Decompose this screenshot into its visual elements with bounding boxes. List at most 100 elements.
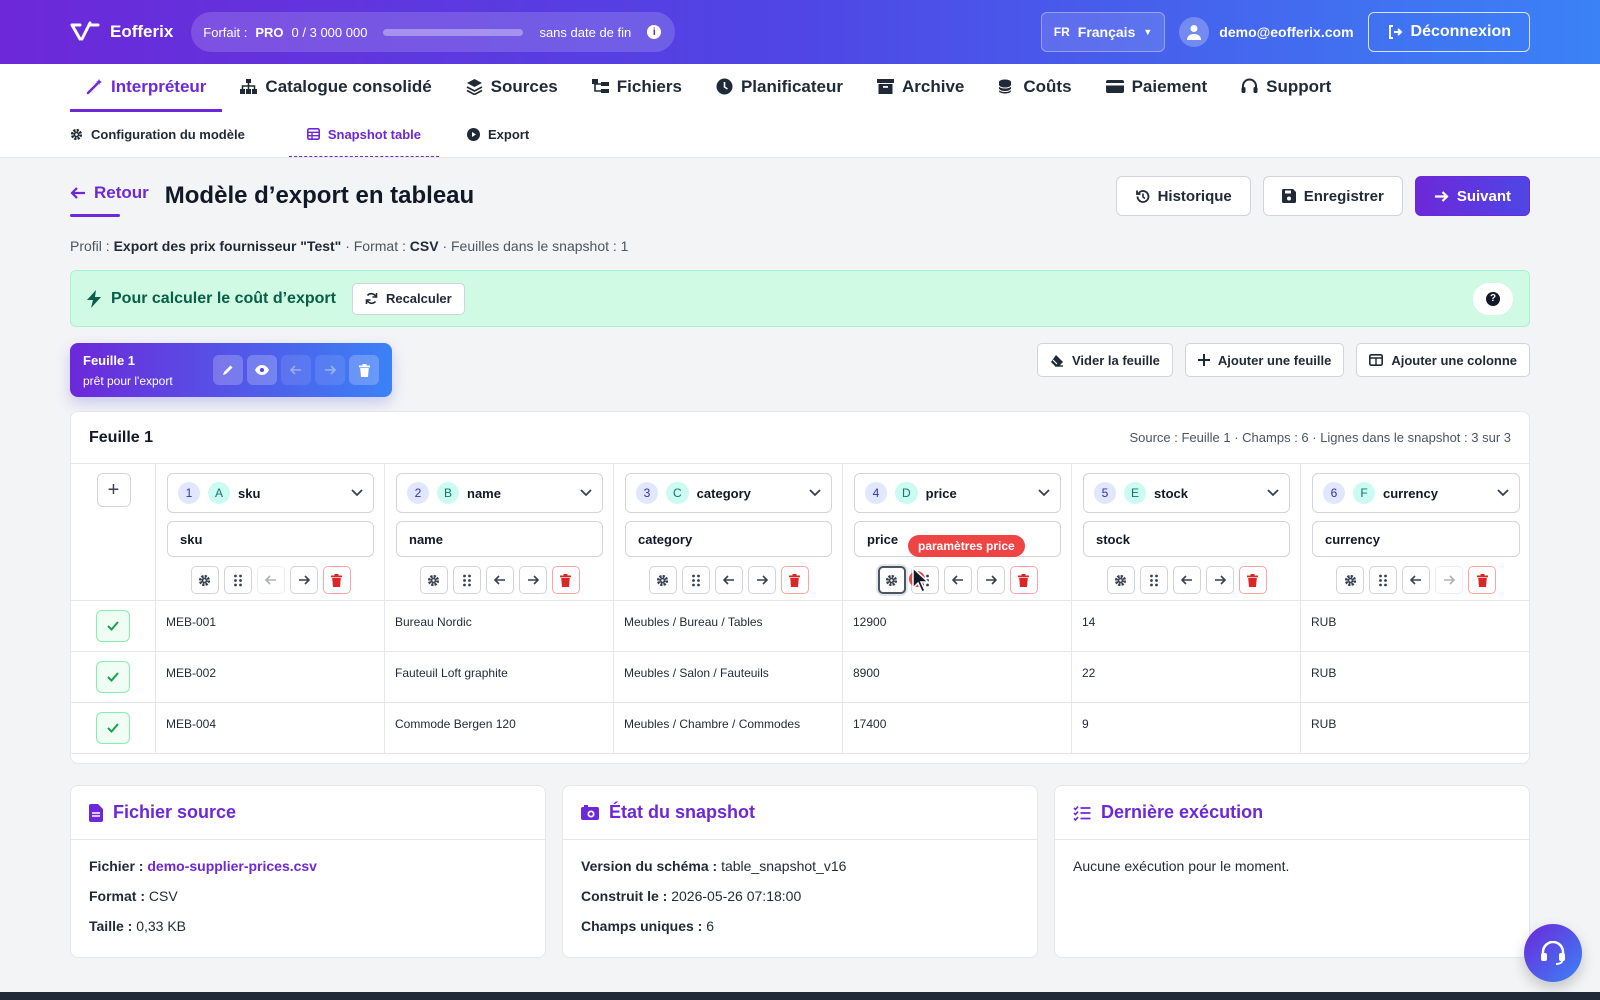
save-button[interactable]: Enregistrer: [1262, 176, 1403, 216]
column-settings-button[interactable]: [419, 566, 448, 594]
nav-item-couts[interactable]: Coûts: [982, 64, 1087, 112]
move-column-left-button[interactable]: [943, 566, 972, 594]
nav-item-catalogue[interactable]: Catalogue consolidé: [224, 64, 447, 112]
user-menu[interactable]: demo@eofferix.com: [1179, 17, 1354, 47]
move-column-right-button[interactable]: [747, 566, 776, 594]
column-header-sku: 1 Asku sku: [156, 464, 385, 601]
play-circle-icon: [467, 128, 481, 141]
delete-column-button[interactable]: [1009, 566, 1038, 594]
move-column-right-button[interactable]: [289, 566, 318, 594]
nav-item-support[interactable]: Support: [1225, 64, 1347, 112]
add-row-button[interactable]: +: [96, 473, 131, 507]
column-field-select[interactable]: 3 Ccategory: [625, 473, 832, 513]
trash-icon: [1247, 573, 1258, 587]
row-ready-checkbox[interactable]: [96, 610, 130, 642]
column-settings-button[interactable]: [190, 566, 219, 594]
save-icon: [1281, 189, 1296, 203]
info-icon[interactable]: i: [647, 25, 662, 39]
column-header-input[interactable]: sku: [167, 521, 374, 557]
tab-export[interactable]: Export: [467, 112, 545, 157]
column-field-name: category: [696, 485, 751, 501]
move-column-right-button[interactable]: [1435, 566, 1463, 594]
column-header-input[interactable]: category: [625, 521, 832, 557]
move-column-left-button[interactable]: [1172, 566, 1201, 594]
row-ready-checkbox[interactable]: [96, 661, 130, 693]
move-column-left-button[interactable]: [714, 566, 743, 594]
column-letter-badge: F: [1353, 482, 1375, 504]
app-logo[interactable]: Eofferix: [70, 21, 173, 43]
move-column-left-button[interactable]: [485, 566, 514, 594]
add-sheet-button[interactable]: Ajouter une feuille: [1184, 343, 1345, 377]
delete-column-button[interactable]: [551, 566, 580, 594]
size-label: Taille :: [89, 918, 133, 934]
column-header-input[interactable]: currency: [1312, 521, 1520, 557]
tab-snapshot-table[interactable]: Snapshot table: [288, 112, 440, 157]
delete-column-button[interactable]: [1238, 566, 1267, 594]
column-drag-handle[interactable]: [452, 566, 481, 594]
tab-configuration[interactable]: Configuration du modèle: [70, 112, 261, 157]
logo-icon: [70, 21, 100, 43]
nav-item-fichiers[interactable]: Fichiers: [576, 64, 698, 112]
support-chat-button[interactable]: [1524, 924, 1582, 982]
column-settings-button[interactable]: [1336, 566, 1364, 594]
column-settings-button[interactable]: [1106, 566, 1135, 594]
preview-sheet-button[interactable]: [247, 355, 277, 385]
gear-icon: [70, 128, 83, 141]
column-header-input[interactable]: stock: [1083, 521, 1290, 557]
arrow-right-icon: [756, 575, 768, 585]
column-field-select[interactable]: 4 Dprice: [854, 473, 1061, 513]
move-sheet-right-button[interactable]: [315, 355, 345, 385]
delete-column-button[interactable]: [322, 566, 351, 594]
format-prefix: · Format :: [345, 238, 406, 254]
recalculate-button[interactable]: Recalculer: [351, 282, 465, 315]
nav-label: Sources: [490, 76, 558, 96]
back-link[interactable]: Retour: [70, 183, 149, 217]
column-drag-handle[interactable]: [681, 566, 710, 594]
column-header-input[interactable]: name: [396, 521, 603, 557]
column-field-select[interactable]: 1 Asku: [167, 473, 374, 513]
column-settings-button[interactable]: [877, 566, 906, 594]
column-drag-handle[interactable]: [1369, 566, 1397, 594]
table-cell-stock: 22: [1072, 652, 1301, 703]
column-settings-button[interactable]: [648, 566, 677, 594]
column-field-select[interactable]: 5 Estock: [1083, 473, 1290, 513]
nav-item-archive[interactable]: Archive: [861, 64, 980, 112]
save-label: Enregistrer: [1303, 187, 1384, 205]
delete-sheet-button[interactable]: [349, 355, 379, 385]
move-column-right-button[interactable]: [976, 566, 1005, 594]
size-value: 0,33 KB: [136, 918, 187, 934]
nav-item-planificateur[interactable]: Planificateur: [700, 64, 859, 112]
plan-label: Forfait :: [203, 24, 248, 40]
move-column-right-button[interactable]: [1205, 566, 1234, 594]
nav-label: Paiement: [1131, 76, 1208, 96]
column-field-select[interactable]: 2 Bname: [396, 473, 603, 513]
column-drag-handle[interactable]: [1139, 566, 1168, 594]
add-column-button[interactable]: Ajouter une colonne: [1356, 343, 1530, 377]
language-select[interactable]: FR Français ▼: [1040, 12, 1166, 52]
rename-sheet-button[interactable]: [213, 355, 243, 385]
delete-column-button[interactable]: [1468, 566, 1496, 594]
logout-button[interactable]: Déconnexion: [1367, 12, 1530, 52]
source-file-link[interactable]: demo-supplier-prices.csv: [147, 858, 317, 874]
help-button[interactable]: ?: [1473, 282, 1513, 315]
column-letter-badge: E: [1124, 482, 1147, 504]
gear-icon: [1344, 574, 1357, 587]
nav-item-sources[interactable]: Sources: [450, 64, 574, 112]
arrow-left-icon: [70, 186, 86, 200]
nav-item-interpreteur[interactable]: Interpréteur: [70, 64, 223, 112]
next-button[interactable]: Suivant: [1414, 176, 1530, 216]
move-column-left-button[interactable]: [256, 566, 285, 594]
move-column-left-button[interactable]: [1402, 566, 1430, 594]
row-ready-checkbox[interactable]: [96, 712, 130, 744]
delete-column-button[interactable]: [780, 566, 809, 594]
alert-text: Pour calculer le coût d’export: [111, 289, 336, 307]
clear-sheet-button[interactable]: Vider la feuille: [1037, 343, 1173, 377]
column-field-select[interactable]: 6 Fcurrency: [1312, 473, 1520, 513]
column-drag-handle[interactable]: [223, 566, 252, 594]
sheet-tab[interactable]: Feuille 1 prêt pour l'export: [70, 343, 392, 397]
nav-item-paiement[interactable]: Paiement: [1090, 64, 1224, 112]
move-sheet-left-button[interactable]: [281, 355, 311, 385]
move-column-right-button[interactable]: [518, 566, 547, 594]
history-button[interactable]: Historique: [1115, 176, 1251, 216]
plan-end: sans date de fin: [539, 24, 632, 40]
